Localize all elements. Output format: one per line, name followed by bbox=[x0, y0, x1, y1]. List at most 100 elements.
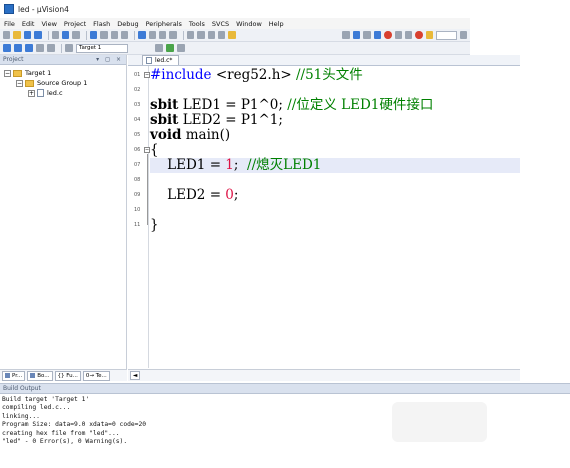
code-line[interactable]: #include <reg52.h> //51头文件 bbox=[150, 68, 520, 83]
breakpoint-icon[interactable] bbox=[394, 31, 402, 39]
code-line[interactable] bbox=[150, 203, 520, 218]
project-panel-title: Project bbox=[3, 56, 24, 63]
rebuild-icon[interactable] bbox=[25, 44, 33, 52]
horizontal-scrollbar[interactable]: ◄ bbox=[128, 369, 520, 381]
cut-icon[interactable] bbox=[51, 31, 59, 39]
clear-bookmarks-icon[interactable] bbox=[169, 31, 177, 39]
target-options-icon[interactable] bbox=[155, 44, 163, 52]
tab-project[interactable]: Pr... bbox=[2, 370, 26, 381]
code-line[interactable]: } bbox=[150, 218, 520, 233]
menu-svcs[interactable]: SVCS bbox=[212, 20, 229, 28]
manage-books-icon[interactable] bbox=[177, 44, 185, 52]
undo-icon[interactable] bbox=[89, 31, 98, 39]
menu-window[interactable]: Window bbox=[236, 20, 262, 28]
find-combo-icon[interactable] bbox=[342, 31, 350, 39]
disable-breakpoint-icon[interactable] bbox=[404, 31, 413, 39]
folder-icon bbox=[25, 79, 34, 87]
window-select[interactable] bbox=[436, 30, 457, 40]
nav-back-icon[interactable] bbox=[110, 31, 118, 39]
c-file-icon bbox=[37, 89, 44, 97]
tree-item-led-c[interactable]: + led.c bbox=[4, 88, 126, 98]
code-line[interactable]: sbit LED1 = P1^0; //位定义 LED1硬件接口 bbox=[150, 98, 520, 113]
tab-label: Bo... bbox=[37, 372, 50, 379]
indent-icon[interactable] bbox=[186, 31, 195, 39]
panel-controls[interactable]: ▾ ◻ × bbox=[96, 56, 123, 63]
tab-led-c[interactable]: led.c* bbox=[142, 55, 180, 65]
tree-item-target[interactable]: − Target 1 bbox=[4, 68, 126, 78]
save-icon[interactable] bbox=[23, 31, 32, 39]
code-line[interactable]: LED1 = 1; //熄灭LED1 bbox=[150, 158, 520, 173]
code-line[interactable]: { bbox=[150, 143, 520, 158]
tab-templates[interactable]: 0→ Te... bbox=[82, 370, 110, 381]
batch-build-icon[interactable] bbox=[36, 44, 44, 52]
menu-help[interactable]: Help bbox=[269, 20, 284, 28]
toolbar-separator bbox=[47, 30, 49, 40]
configure-icon[interactable] bbox=[459, 31, 468, 39]
window-layout-icon[interactable] bbox=[425, 31, 434, 39]
code-token: void bbox=[150, 127, 182, 143]
menu-file[interactable]: File bbox=[4, 20, 15, 28]
menu-flash[interactable]: Flash bbox=[93, 20, 110, 28]
copy-icon[interactable] bbox=[61, 31, 70, 39]
project-tree: − Target 1 − Source Group 1 + led.c bbox=[0, 65, 126, 98]
uncomment-icon[interactable] bbox=[218, 31, 226, 39]
find-icon[interactable] bbox=[352, 31, 361, 39]
menu-peripherals[interactable]: Peripherals bbox=[146, 20, 182, 28]
code-token: LED1 = P1^0; bbox=[178, 97, 288, 113]
bookmark-icon[interactable] bbox=[138, 31, 146, 39]
line-number: 08 bbox=[134, 177, 141, 183]
prev-bookmark-icon[interactable] bbox=[148, 31, 157, 39]
redo-icon[interactable] bbox=[100, 31, 108, 39]
download-icon[interactable] bbox=[65, 44, 73, 52]
code-token: sbit bbox=[150, 97, 179, 113]
stop-build-icon[interactable] bbox=[47, 44, 55, 52]
line-number-gutter: 01 02 03 04 05 06 07 08 09 10 11− − bbox=[128, 66, 150, 368]
save-all-icon[interactable] bbox=[34, 31, 42, 39]
translate-icon[interactable] bbox=[3, 44, 11, 52]
paste-icon[interactable] bbox=[72, 31, 80, 39]
line-number: 04 bbox=[134, 117, 141, 123]
tab-label: Pr... bbox=[12, 372, 23, 379]
line-number: 05 bbox=[134, 132, 141, 138]
code-line[interactable]: LED2 = 0; bbox=[150, 188, 520, 203]
code-line[interactable] bbox=[150, 173, 520, 188]
incremental-find-icon[interactable] bbox=[363, 31, 371, 39]
scroll-left-button[interactable]: ◄ bbox=[130, 371, 140, 380]
toolbar-separator bbox=[182, 30, 184, 40]
tab-books[interactable]: Bo... bbox=[27, 370, 53, 381]
menu-tools[interactable]: Tools bbox=[189, 20, 205, 28]
code-line[interactable]: void main() bbox=[150, 128, 520, 143]
menu-project[interactable]: Project bbox=[64, 20, 86, 28]
menu-debug[interactable]: Debug bbox=[117, 20, 138, 28]
menu-view[interactable]: View bbox=[41, 20, 56, 28]
unindent-icon[interactable] bbox=[197, 31, 205, 39]
manage-components-icon[interactable] bbox=[166, 44, 174, 52]
main-toolbar bbox=[0, 29, 470, 42]
code-token: main() bbox=[181, 127, 231, 143]
tab-functions[interactable]: {} Fu... bbox=[54, 370, 81, 381]
code-text-area[interactable]: #include <reg52.h> //51头文件 sbit LED1 = P1… bbox=[150, 66, 520, 368]
code-line[interactable] bbox=[150, 83, 520, 98]
collapse-icon[interactable]: − bbox=[16, 79, 23, 87]
collapse-icon[interactable]: − bbox=[4, 69, 11, 77]
tab-label: {} Fu... bbox=[57, 372, 78, 379]
comment-icon[interactable] bbox=[207, 31, 215, 39]
kill-breakpoints-icon[interactable] bbox=[415, 31, 423, 39]
next-bookmark-icon[interactable] bbox=[159, 31, 167, 39]
menu-edit[interactable]: Edit bbox=[22, 20, 35, 28]
start-debug-icon[interactable] bbox=[384, 31, 392, 39]
code-line[interactable]: sbit LED2 = P1^1; bbox=[150, 113, 520, 128]
open-file-icon[interactable] bbox=[13, 31, 21, 39]
code-token: LED1 = bbox=[150, 157, 226, 173]
find-in-files-icon[interactable] bbox=[228, 31, 236, 39]
new-file-icon[interactable] bbox=[3, 31, 11, 39]
debug-search-icon[interactable] bbox=[373, 31, 382, 39]
build-icon[interactable] bbox=[14, 44, 22, 52]
toolbar-separator bbox=[85, 30, 87, 40]
line-number: 09 bbox=[134, 192, 141, 198]
target-select[interactable]: Target 1 bbox=[76, 43, 128, 53]
code-editor: led.c* 01 02 03 04 05 06 07 08 09 10 11− − #include… bbox=[128, 55, 520, 381]
nav-forward-icon[interactable] bbox=[120, 31, 129, 39]
tree-item-source-group[interactable]: − Source Group 1 bbox=[4, 78, 126, 88]
expand-icon[interactable]: + bbox=[28, 89, 35, 97]
